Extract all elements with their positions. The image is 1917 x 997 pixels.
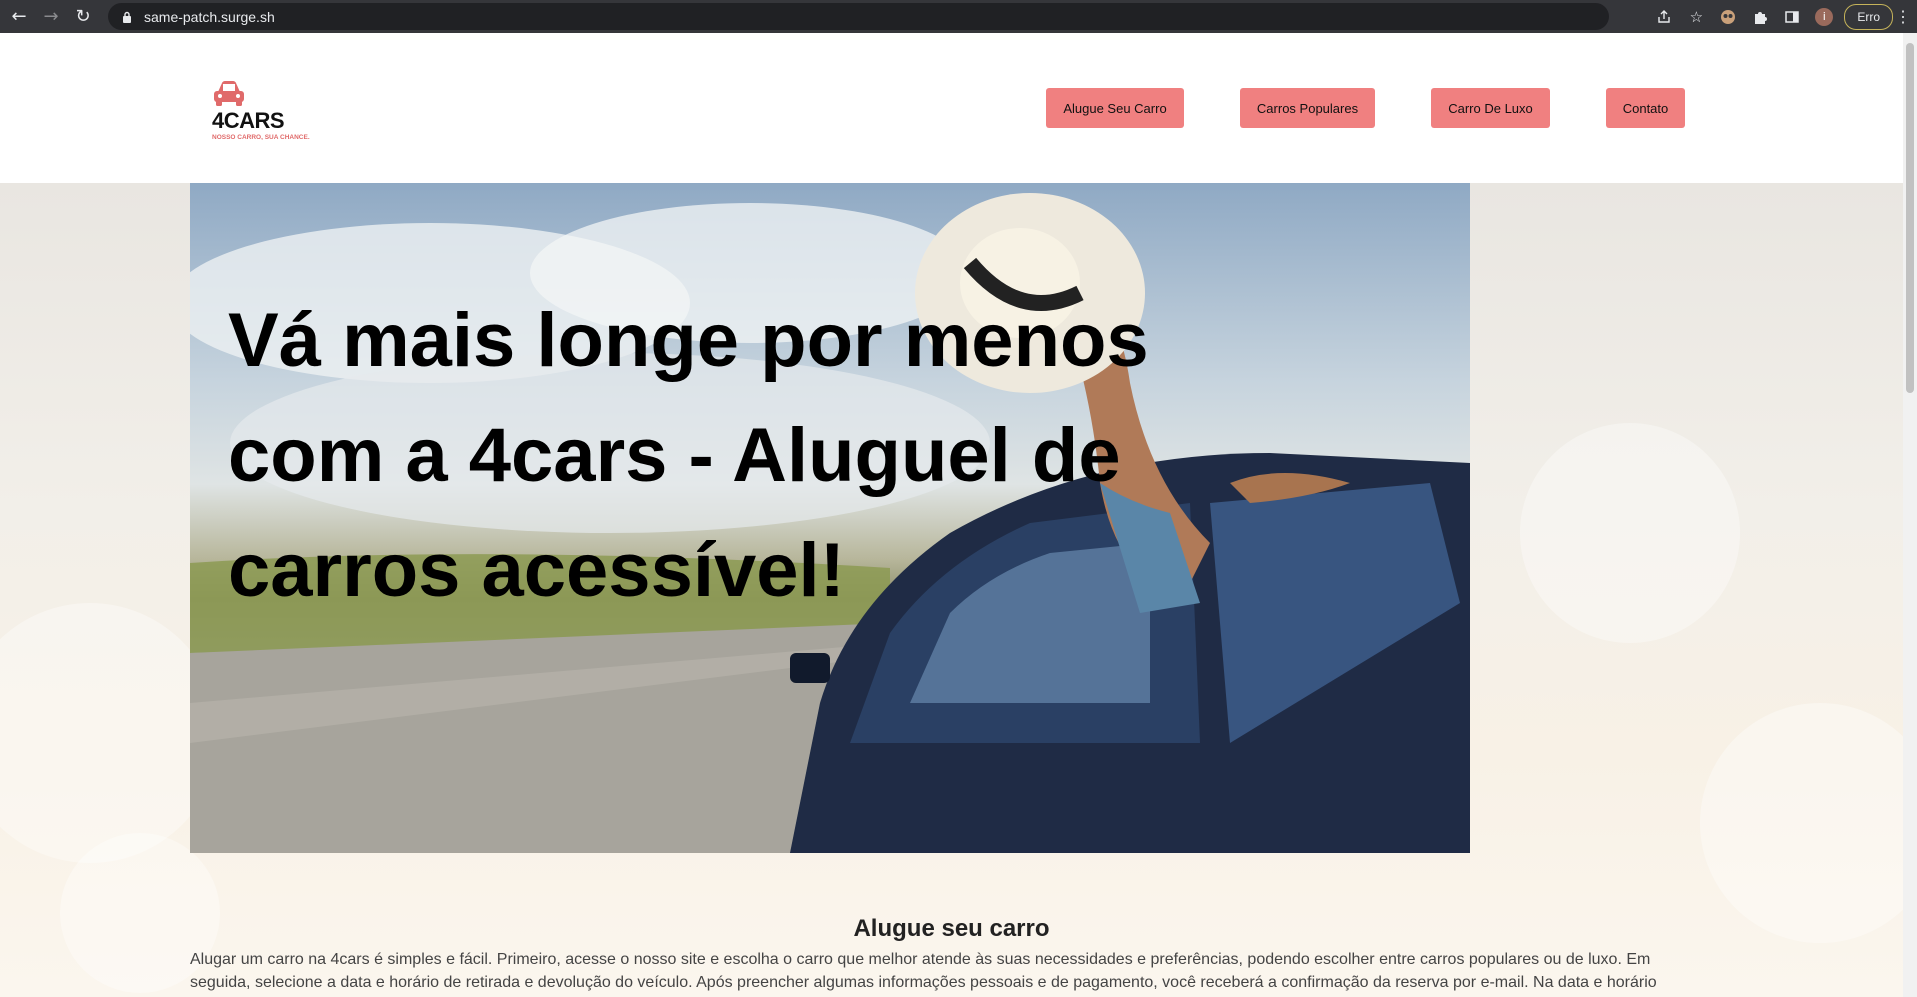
nav-contato[interactable]: Contato (1606, 88, 1685, 128)
page-scrollbar[interactable] (1903, 33, 1917, 997)
reload-icon[interactable]: ↻ (70, 4, 96, 30)
url-text: same-patch.surge.sh (144, 8, 275, 25)
car-logo-icon (214, 81, 244, 106)
hero-title: Vá mais longe por menos com a 4cars - Al… (228, 298, 1149, 613)
nav-carro-de-luxo[interactable]: Carro De Luxo (1431, 88, 1550, 128)
bokeh-light (1700, 703, 1903, 943)
side-panel-icon[interactable] (1780, 5, 1804, 29)
profile-avatar[interactable]: i (1812, 5, 1836, 29)
hero-banner: Vá mais longe por menos com a 4cars - Al… (190, 183, 1470, 853)
extension-avatar-icon[interactable] (1716, 5, 1740, 29)
star-icon[interactable]: ☆ (1684, 5, 1708, 29)
toolbar-actions: ☆ i Erro ⋮ (1648, 0, 1917, 33)
bokeh-light (1520, 423, 1740, 643)
nav-carros-populares[interactable]: Carros Populares (1240, 88, 1375, 128)
section-body: Alugar um carro na 4cars é simples e fác… (190, 951, 1657, 991)
logo-tagline: NOSSO CARRO, SUA CHANCE. (212, 134, 310, 141)
site-logo[interactable]: 4CARS NOSSO CARRO, SUA CHANCE. (210, 78, 330, 148)
forward-arrow-icon[interactable]: → (38, 4, 64, 30)
error-badge[interactable]: Erro (1844, 3, 1893, 30)
bokeh-light (0, 603, 220, 863)
share-icon[interactable] (1652, 5, 1676, 29)
profile-initial: i (1815, 7, 1834, 26)
logo-wordmark: 4CARS (212, 108, 285, 133)
lock-icon[interactable] (120, 10, 134, 24)
menu-kebab-icon[interactable]: ⋮ (1893, 7, 1913, 27)
browser-toolbar: ← → ↻ same-patch.surge.sh ☆ i Erro ⋮ (0, 0, 1917, 33)
puzzle-icon[interactable] (1748, 5, 1772, 29)
address-bar[interactable]: same-patch.surge.sh (108, 3, 1609, 30)
back-arrow-icon[interactable]: ← (6, 4, 32, 30)
web-page: 4CARS NOSSO CARRO, SUA CHANCE. Alugue Se… (0, 33, 1903, 997)
scrollbar-thumb[interactable] (1906, 43, 1914, 393)
nav-alugue-seu-carro[interactable]: Alugue Seu Carro (1046, 88, 1184, 128)
site-header: 4CARS NOSSO CARRO, SUA CHANCE. Alugue Se… (0, 33, 1903, 183)
section-title: Alugue seu carro (853, 915, 1050, 942)
